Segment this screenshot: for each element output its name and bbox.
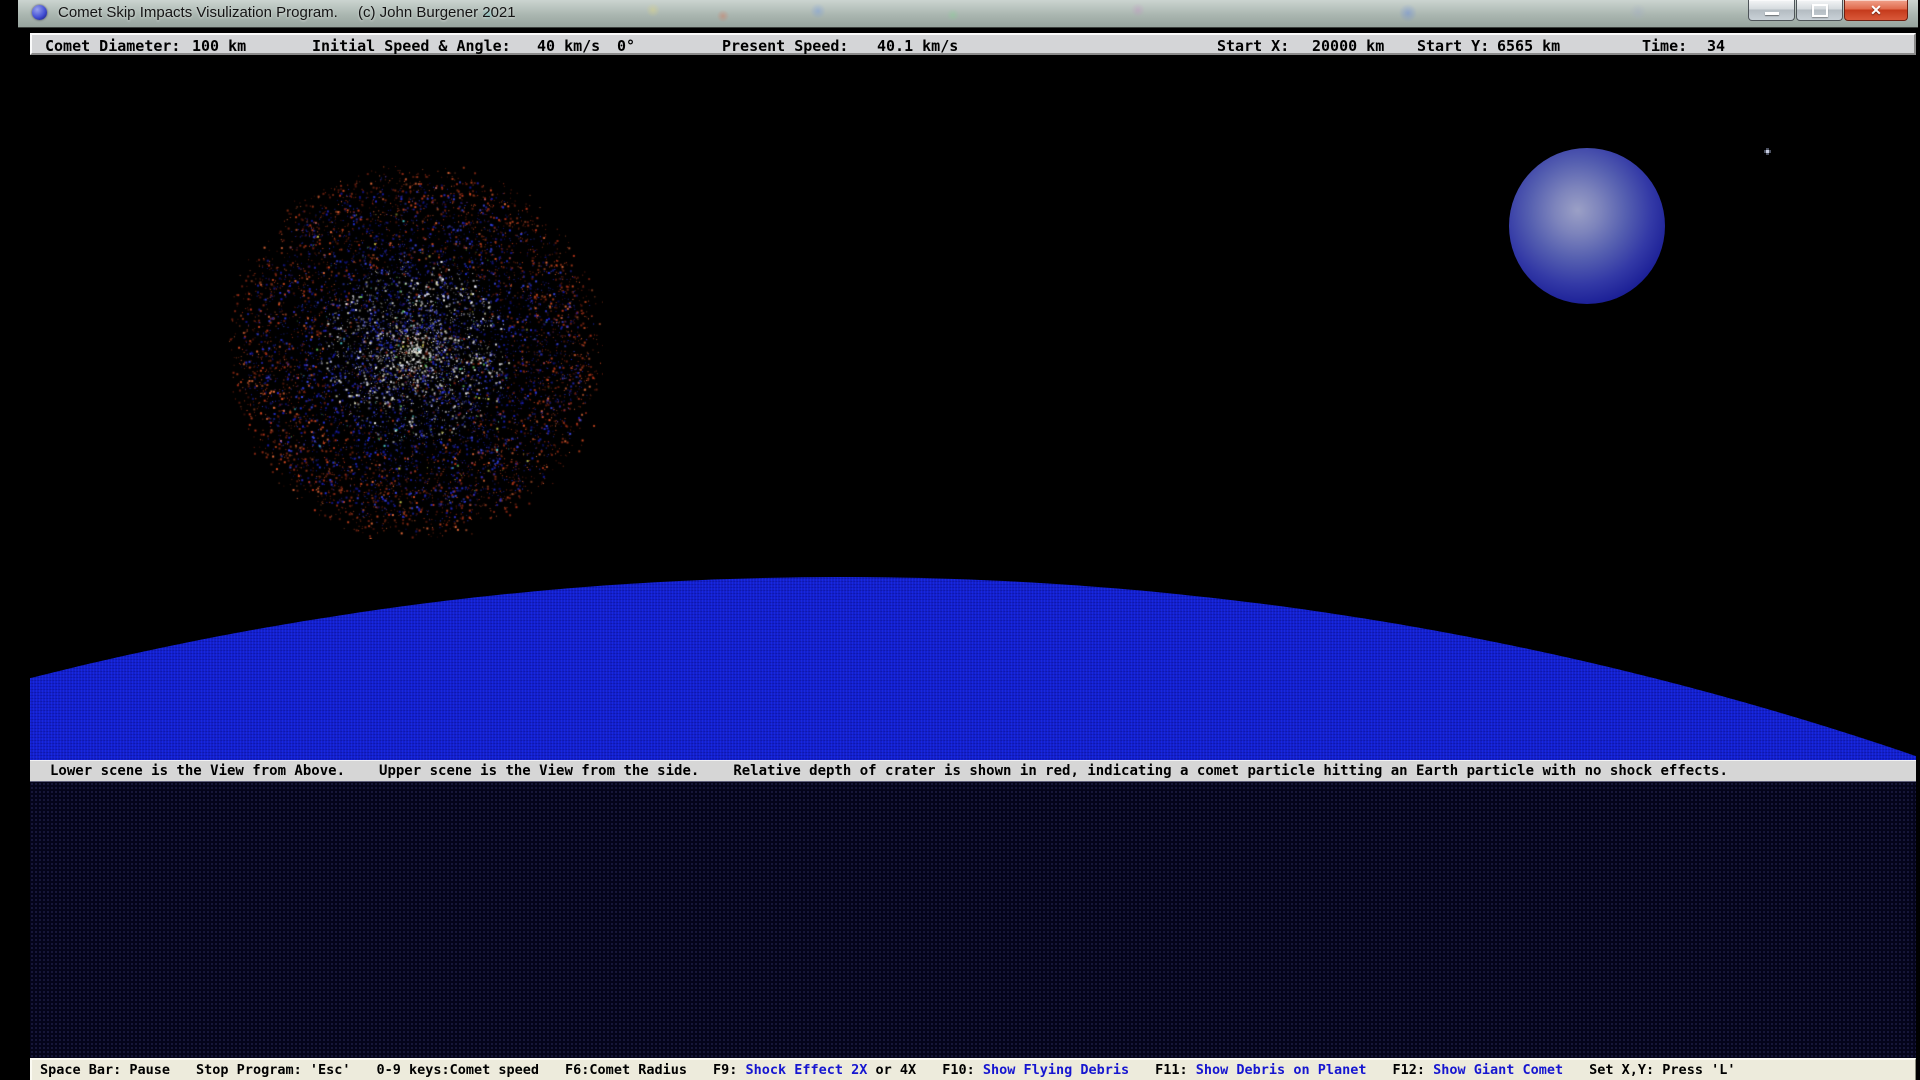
param-value-start-y: 6565 km (1497, 37, 1560, 55)
top-view-scene (30, 782, 1916, 1058)
shock-effect-label: Shock Effect 2X (745, 1062, 867, 1078)
minimize-icon (1765, 12, 1779, 15)
info-upper-scene: Upper scene is the View from the side. (379, 763, 699, 779)
title-bar[interactable]: Comet Skip Impacts Visulization Program.… (18, 0, 1918, 28)
param-value-start-x: 20000 km (1312, 37, 1384, 55)
hint-flying-debris: F10: Show Flying Debris (942, 1062, 1129, 1078)
info-lower-scene: Lower scene is the View from Above. (50, 763, 345, 779)
hint-flying-debris-key: F10: (942, 1062, 983, 1078)
param-label-start-y: Start Y: (1417, 37, 1489, 55)
hint-set-xy: Set X,Y: Press 'L' (1589, 1062, 1735, 1078)
planet-sphere (1509, 148, 1665, 304)
comet-canvas (227, 163, 603, 539)
close-button[interactable]: ✕ (1844, 0, 1908, 21)
maximize-icon (1812, 4, 1828, 17)
hint-debris-on-planet: F11: Show Debris on Planet (1155, 1062, 1366, 1078)
param-value-time: 34 (1707, 37, 1725, 55)
hint-shock-effect: F9: Shock Effect 2X or 4X (713, 1062, 916, 1078)
window-controls: ✕ (1747, 0, 1908, 21)
desktop: { "window": { "title": "Comet Skip Impac… (0, 0, 1920, 1080)
star-dot (1766, 150, 1769, 153)
hint-giant-comet: F12: Show Giant Comet (1392, 1062, 1563, 1078)
planet-horizon (30, 577, 1916, 760)
param-label-initial-speed-angle: Initial Speed & Angle: (312, 37, 511, 55)
param-value-comet-diameter: 100 km (192, 37, 246, 55)
parameter-bar: Comet Diameter: 100 km Initial Speed & A… (30, 33, 1916, 55)
info-crater-depth: Relative depth of crater is shown in red… (733, 763, 1728, 779)
minimize-button[interactable] (1748, 0, 1795, 21)
close-icon: ✕ (1870, 2, 1882, 19)
window-title: Comet Skip Impacts Visulization Program. (58, 4, 338, 21)
maximize-button[interactable] (1796, 0, 1843, 21)
hint-giant-comet-key: F12: (1392, 1062, 1433, 1078)
key-hints-bar: Space Bar: Pause Stop Program: 'Esc' 0-9… (30, 1058, 1916, 1080)
side-view-scene (30, 55, 1916, 760)
app-icon (32, 5, 47, 20)
program-window: Comet Diameter: 100 km Initial Speed & A… (30, 33, 1916, 1080)
hint-shock-key: F9: (713, 1062, 746, 1078)
debris-on-planet-label: Show Debris on Planet (1196, 1062, 1367, 1078)
param-value-initial-angle: 0° (617, 37, 635, 55)
hint-comet-speed: 0-9 keys:Comet speed (376, 1062, 539, 1078)
param-label-comet-diameter: Comet Diameter: (45, 37, 180, 55)
param-value-initial-speed: 40 km/s (537, 37, 600, 55)
info-bar: Lower scene is the View from Above. Uppe… (30, 760, 1916, 782)
window-copyright: (c) John Burgener 2021 (358, 4, 516, 21)
param-value-present-speed: 40.1 km/s (877, 37, 958, 55)
giant-comet-label: Show Giant Comet (1433, 1062, 1563, 1078)
hint-comet-radius: F6:Comet Radius (565, 1062, 687, 1078)
param-label-time: Time: (1642, 37, 1687, 55)
hint-debris-on-planet-key: F11: (1155, 1062, 1196, 1078)
hint-stop: Stop Program: 'Esc' (196, 1062, 350, 1078)
flying-debris-label: Show Flying Debris (983, 1062, 1129, 1078)
param-label-present-speed: Present Speed: (722, 37, 848, 55)
hint-pause: Space Bar: Pause (40, 1062, 170, 1078)
hint-shock-suffix: or 4X (867, 1062, 916, 1078)
param-label-start-x: Start X: (1217, 37, 1289, 55)
